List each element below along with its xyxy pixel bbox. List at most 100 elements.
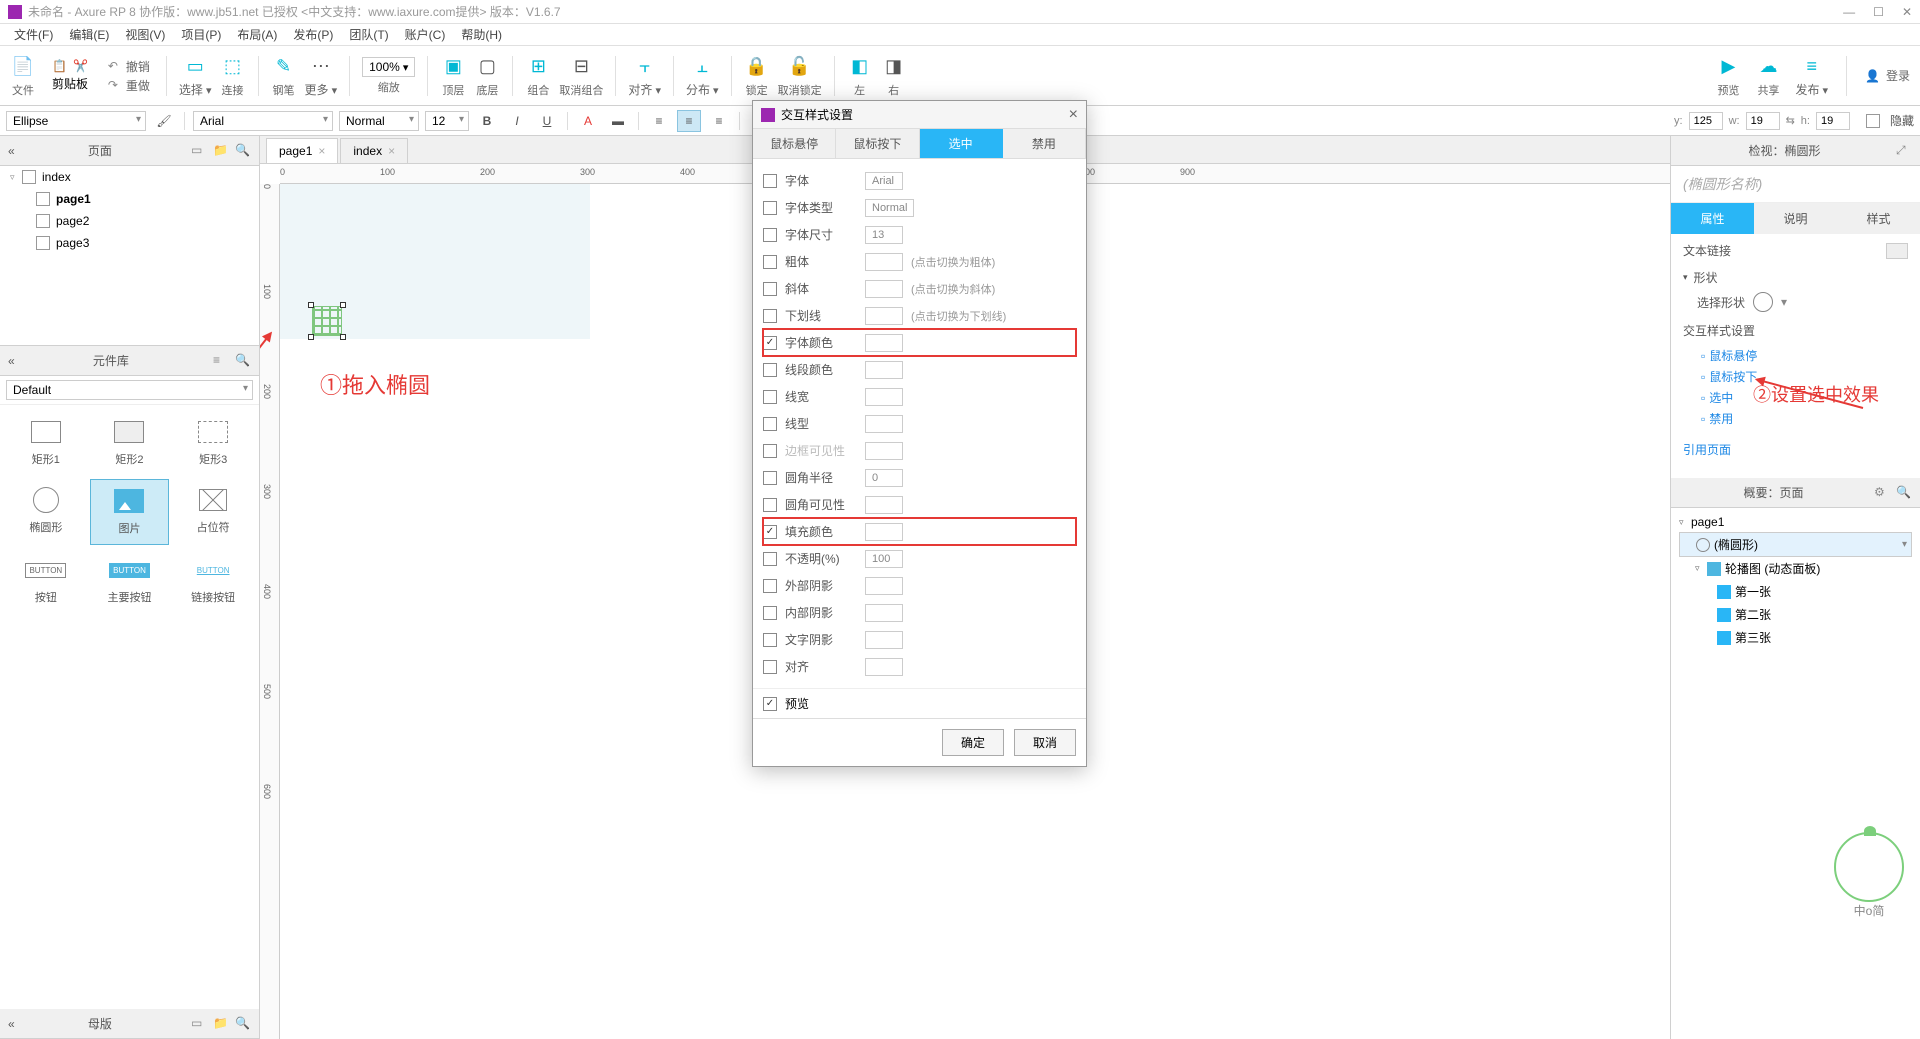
align-right-button[interactable]: ◨右 — [881, 54, 907, 98]
share-button[interactable]: ☁共享 — [1755, 54, 1781, 98]
lib-menu-icon[interactable]: ≡ — [213, 353, 229, 369]
collapse-icon[interactable]: « — [8, 354, 15, 368]
ungroup-button[interactable]: ⊟取消组合 — [559, 54, 603, 98]
align-left-button[interactable]: ◧左 — [847, 54, 873, 98]
search-icon[interactable]: 🔍 — [235, 1016, 251, 1032]
widget-placeholder[interactable]: 占位符 — [173, 479, 253, 545]
menu-help[interactable]: 帮助(H) — [453, 26, 510, 43]
row-checkbox[interactable] — [763, 390, 777, 404]
hidden-checkbox[interactable] — [1866, 114, 1880, 128]
expand-icon[interactable]: ⤢ — [1896, 143, 1912, 159]
row-control[interactable] — [865, 523, 903, 541]
shape-section-header[interactable]: ▾形状 — [1683, 269, 1908, 286]
row-checkbox[interactable] — [763, 579, 777, 593]
row-checkbox[interactable] — [763, 309, 777, 323]
align-center-text[interactable]: ≡ — [677, 110, 701, 132]
pen-tool[interactable]: ✎钢笔 — [271, 54, 297, 98]
login-button[interactable]: 👤登录 — [1865, 67, 1910, 84]
y-input[interactable] — [1689, 112, 1723, 130]
row-control[interactable]: 100 — [865, 550, 903, 568]
w-input[interactable] — [1746, 112, 1780, 130]
h-input[interactable] — [1816, 112, 1850, 130]
outline-page1[interactable]: ▿page1 — [1679, 512, 1912, 532]
row-checkbox[interactable] — [763, 471, 777, 485]
row-checkbox[interactable] — [763, 255, 777, 269]
preview-button[interactable]: ▶预览 — [1715, 54, 1741, 98]
widget-rect1[interactable]: 矩形1 — [6, 411, 86, 475]
widget-link-button[interactable]: BUTTON链接按钮 — [173, 549, 253, 613]
style-disabled-link[interactable]: ▫禁用 — [1683, 408, 1908, 429]
row-control[interactable]: Normal — [865, 199, 914, 217]
row-control[interactable] — [865, 253, 903, 271]
row-control[interactable] — [865, 631, 903, 649]
row-control[interactable]: 13 — [865, 226, 903, 244]
ellipse-widget[interactable] — [312, 306, 342, 336]
menu-view[interactable]: 视图(V) — [117, 26, 173, 43]
page-item-page3[interactable]: page3 — [0, 232, 259, 254]
row-checkbox[interactable] — [763, 552, 777, 566]
unlock-button[interactable]: 🔓取消锁定 — [778, 54, 822, 98]
align-right-text[interactable]: ≡ — [707, 110, 731, 132]
collapse-icon[interactable]: « — [8, 144, 15, 158]
style-hover-link[interactable]: ▫鼠标悬停 — [1683, 345, 1908, 366]
close-icon[interactable]: × — [1069, 106, 1078, 124]
new-file-button[interactable]: 📄文件 — [10, 54, 36, 98]
add-folder-icon[interactable]: 📁 — [213, 1016, 229, 1032]
menu-arrange[interactable]: 布局(A) — [229, 26, 285, 43]
maximize-button[interactable]: ☐ — [1873, 5, 1884, 19]
bring-front-button[interactable]: ▣顶层 — [440, 54, 466, 98]
inspector-tab-notes[interactable]: 说明 — [1754, 203, 1837, 234]
menu-team[interactable]: 团队(T) — [341, 26, 396, 43]
menu-file[interactable]: 文件(F) — [6, 26, 61, 43]
search-icon[interactable]: 🔍 — [1896, 485, 1912, 501]
row-control[interactable]: 0 — [865, 469, 903, 487]
row-control[interactable] — [865, 334, 903, 352]
row-checkbox[interactable] — [763, 606, 777, 620]
row-control[interactable] — [865, 442, 903, 460]
preview-checkbox[interactable] — [763, 697, 777, 711]
dialog-tab-hover[interactable]: 鼠标悬停 — [753, 129, 836, 158]
row-checkbox[interactable] — [763, 444, 777, 458]
row-control[interactable] — [865, 280, 903, 298]
link-wh-icon[interactable]: ⇆ — [1786, 114, 1795, 127]
dialog-titlebar[interactable]: 交互样式设置 × — [753, 101, 1086, 129]
reference-page-link[interactable]: 引用页面 — [1683, 439, 1908, 460]
filter-icon[interactable]: ⚙ — [1874, 485, 1890, 501]
inspector-tab-style[interactable]: 样式 — [1837, 203, 1920, 234]
row-checkbox[interactable] — [763, 363, 777, 377]
font-size-select[interactable]: 12 — [425, 111, 469, 131]
zoom-control[interactable]: 100% ▾缩放 — [362, 57, 415, 95]
row-checkbox[interactable] — [763, 282, 777, 296]
row-checkbox[interactable] — [763, 201, 777, 215]
row-control[interactable] — [865, 658, 903, 676]
outline-state-2[interactable]: 第二张 — [1679, 603, 1912, 626]
font-color-button[interactable]: A — [576, 110, 600, 132]
group-button[interactable]: ⊞组合 — [525, 54, 551, 98]
distribute-button[interactable]: ⫠分布 ▾ — [686, 53, 719, 98]
row-checkbox[interactable] — [763, 174, 777, 188]
widget-rect3[interactable]: 矩形3 — [173, 411, 253, 475]
underline-button[interactable]: U — [535, 110, 559, 132]
search-icon[interactable]: 🔍 — [235, 353, 251, 369]
row-control[interactable] — [865, 604, 903, 622]
tab-page1[interactable]: page1× — [266, 138, 338, 163]
outline-ellipse[interactable]: (椭圆形) — [1679, 532, 1912, 557]
bold-button[interactable]: B — [475, 110, 499, 132]
widget-button[interactable]: BUTTON按钮 — [6, 549, 86, 613]
close-button[interactable]: ✕ — [1902, 5, 1912, 19]
menu-account[interactable]: 账户(C) — [397, 26, 454, 43]
undo-button[interactable]: ↶撤销 — [108, 58, 150, 75]
ok-button[interactable]: 确定 — [942, 729, 1004, 756]
row-control[interactable] — [865, 496, 903, 514]
dialog-tab-selected[interactable]: 选中 — [920, 129, 1003, 158]
outline-state-1[interactable]: 第一张 — [1679, 580, 1912, 603]
close-icon[interactable]: × — [388, 144, 395, 158]
row-checkbox[interactable] — [763, 660, 777, 674]
menu-edit[interactable]: 编辑(E) — [61, 26, 117, 43]
connect-tool[interactable]: ⬚连接 — [220, 54, 246, 98]
menu-project[interactable]: 项目(P) — [173, 26, 229, 43]
shape-pick-button[interactable] — [1753, 292, 1773, 312]
row-checkbox[interactable] — [763, 525, 777, 539]
publish-button[interactable]: ≡发布 ▾ — [1795, 53, 1828, 98]
dialog-tab-disabled[interactable]: 禁用 — [1003, 129, 1086, 158]
